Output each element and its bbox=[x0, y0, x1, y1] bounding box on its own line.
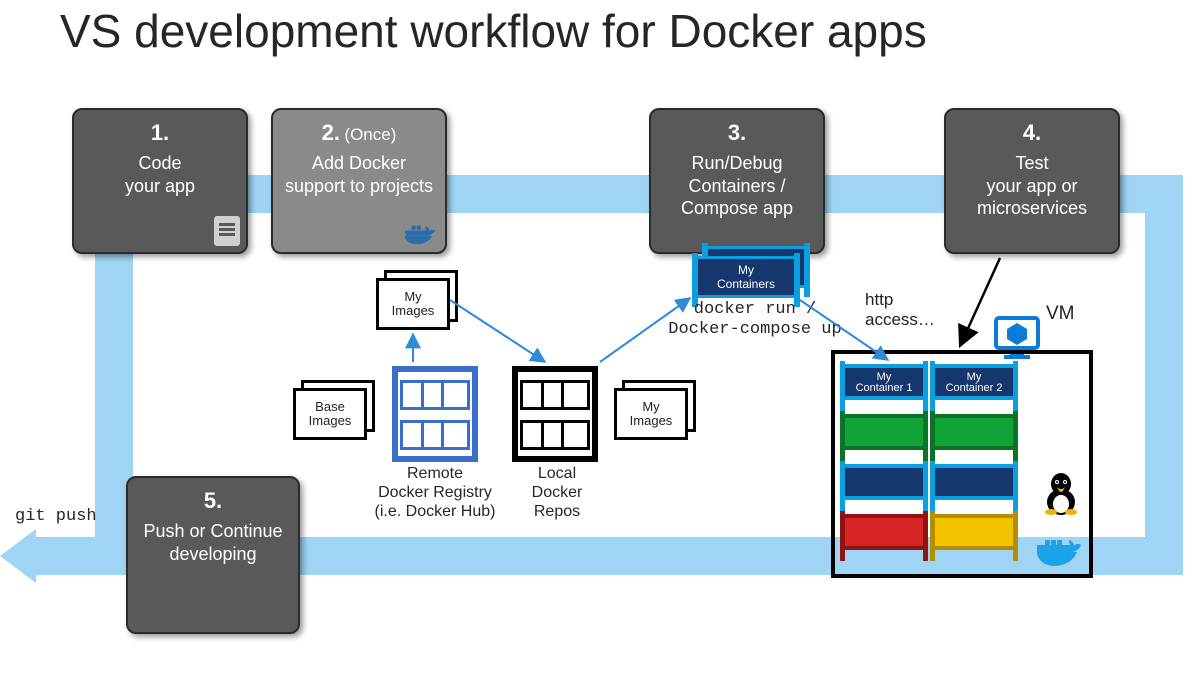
http-access-label: httpaccess… bbox=[865, 290, 935, 329]
flow-band-right bbox=[1145, 175, 1183, 575]
docker-icon bbox=[403, 222, 437, 246]
vm-container-2-label: MyContainer 2 bbox=[935, 368, 1013, 394]
my-images-label-1: MyImages bbox=[376, 278, 450, 330]
local-repos-icon bbox=[512, 366, 598, 462]
vm-slot-green-1 bbox=[845, 414, 923, 450]
step-1-number: 1. bbox=[84, 120, 236, 146]
step-4-card: 4. Testyour app or microservices bbox=[944, 108, 1120, 254]
remote-registry-icon bbox=[392, 366, 478, 462]
step-2-body: Add Docker support to projects bbox=[283, 152, 435, 197]
vm-box: MyContainer 1 MyContainer 2 bbox=[831, 350, 1093, 578]
document-icon bbox=[214, 216, 240, 246]
base-images-label: BaseImages bbox=[293, 388, 367, 440]
vm-slot-red bbox=[845, 514, 923, 550]
git-push-arrow-head bbox=[0, 529, 36, 583]
my-containers-label: MyContainers bbox=[698, 256, 794, 298]
vm-slot-blue-3 bbox=[845, 464, 923, 500]
step-2-once: (Once) bbox=[344, 125, 396, 144]
step-2-number: 2. bbox=[322, 120, 340, 145]
step-5-body: Push or Continue developing bbox=[138, 520, 288, 565]
git-push-arrow-tail bbox=[36, 537, 132, 575]
vm-slot-yellow bbox=[935, 514, 1013, 550]
step-4-body: Testyour app or microservices bbox=[956, 152, 1108, 220]
step-3-number: 3. bbox=[661, 120, 813, 146]
step-3-body: Run/Debug Containers / Compose app bbox=[661, 152, 813, 220]
step-4-number: 4. bbox=[956, 120, 1108, 146]
docker-icon-vm bbox=[1035, 536, 1083, 570]
git-push-label: git push bbox=[15, 507, 97, 526]
step-1-card: 1. Codeyour app bbox=[72, 108, 248, 254]
step-1-body: Codeyour app bbox=[84, 152, 236, 197]
vm-slot-green-2 bbox=[935, 414, 1013, 450]
docker-run-label: docker run /Docker-compose up bbox=[660, 300, 850, 341]
step-3-card: 3. Run/Debug Containers / Compose app bbox=[649, 108, 825, 254]
my-images-label-2: MyImages bbox=[614, 388, 688, 440]
local-repos-caption: LocalDockerRepos bbox=[512, 464, 602, 522]
step-5-card: 5. Push or Continue developing bbox=[126, 476, 300, 634]
diagram-title: VS development workflow for Docker apps bbox=[60, 4, 927, 58]
vm-label: VM bbox=[1046, 303, 1075, 325]
step-5-number: 5. bbox=[138, 488, 288, 514]
remote-registry-caption: RemoteDocker Registry(i.e. Docker Hub) bbox=[360, 464, 510, 522]
step-2-card: 2. (Once) Add Docker support to projects bbox=[271, 108, 447, 254]
vm-container-1-label: MyContainer 1 bbox=[845, 368, 923, 394]
linux-icon bbox=[1041, 470, 1081, 516]
vm-slot-blue-4 bbox=[935, 464, 1013, 500]
